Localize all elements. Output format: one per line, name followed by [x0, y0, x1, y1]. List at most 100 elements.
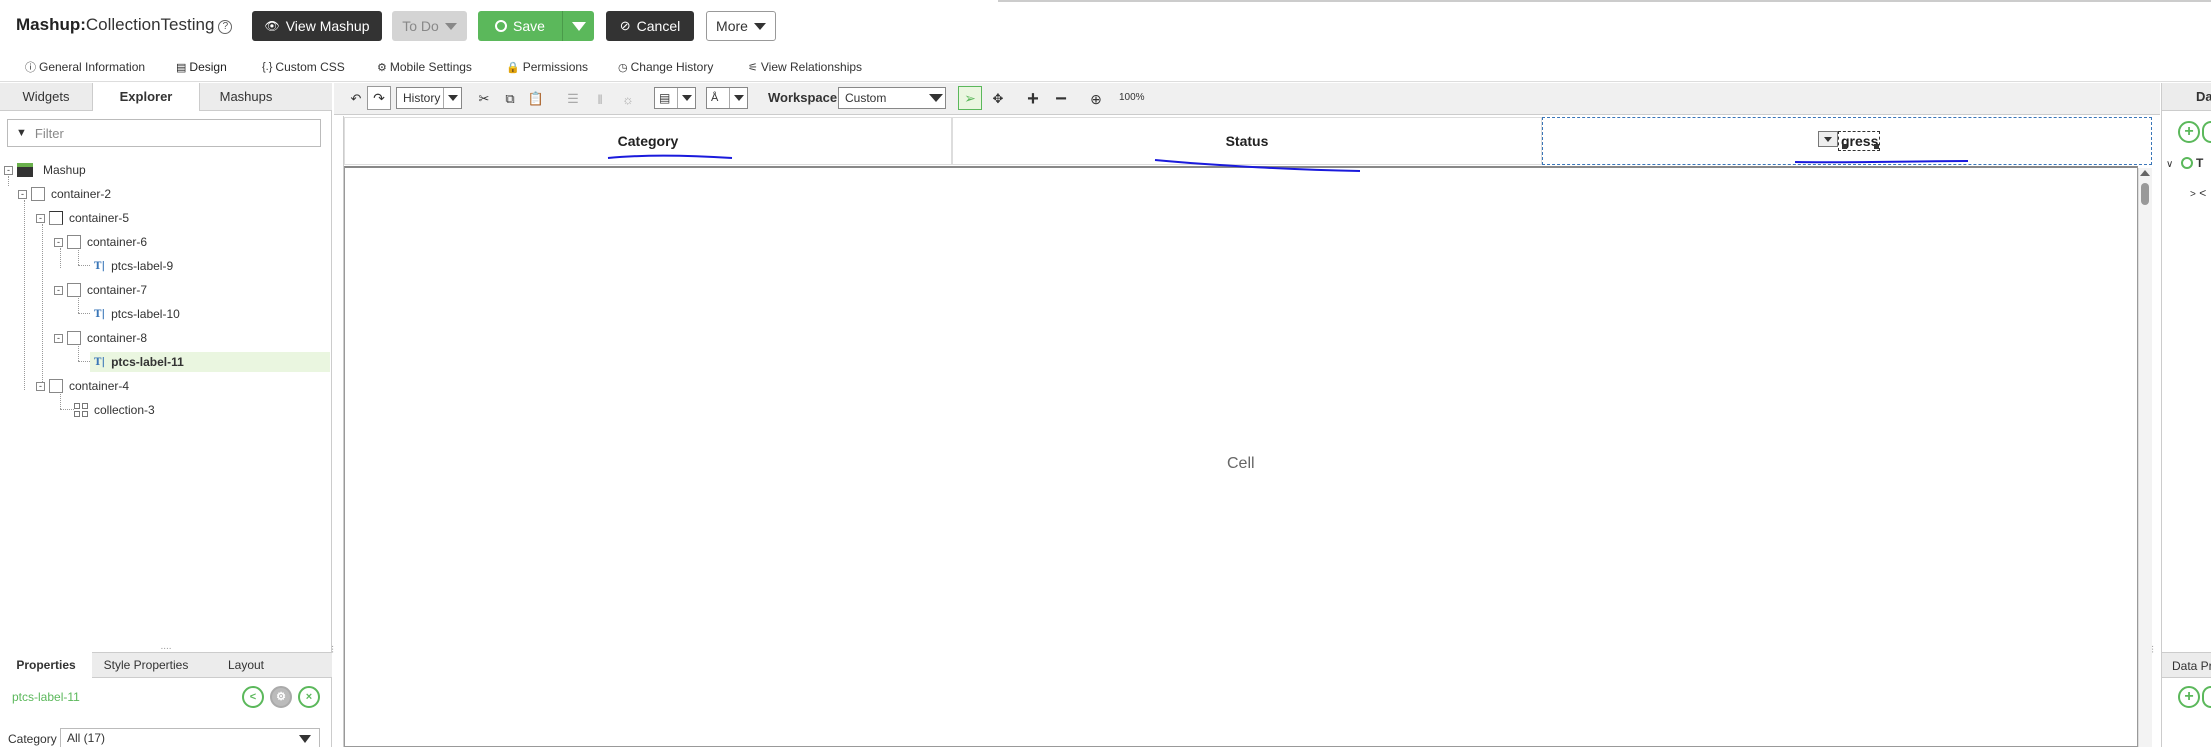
tab-design[interactable]: ▤ Design [176, 58, 227, 76]
language-select[interactable]: Å [706, 87, 748, 109]
header-cell-category[interactable]: Category [344, 117, 952, 165]
zoom-out-icon[interactable]: − [1052, 88, 1070, 110]
tab-data[interactable]: Da [2162, 83, 2211, 111]
collapse-icon[interactable]: - [54, 333, 63, 343]
widget-menu-toggle[interactable] [1818, 131, 1838, 147]
tree-node-ptcs-label-10[interactable]: T| ptcs-label-10 [94, 305, 180, 323]
panel-resize-handle[interactable]: ... [329, 645, 340, 653]
save-options-dropdown[interactable] [562, 11, 594, 41]
collapse-icon[interactable]: - [54, 237, 63, 247]
layout-select[interactable]: ▤ [654, 87, 696, 109]
fit-to-screen-icon[interactable]: ⊕ [1088, 90, 1104, 108]
tab-explorer[interactable]: Explorer [92, 83, 200, 111]
close-icon[interactable]: × [298, 686, 320, 708]
data-properties-tab[interactable]: Data Pr [2162, 652, 2211, 678]
chevron-down-icon [299, 735, 311, 743]
label-widget-icon: T| [94, 308, 106, 320]
tree-guide [78, 313, 90, 314]
panel-resize-handle[interactable]: .... [0, 642, 332, 652]
align-vertical-icon[interactable]: ‖ [592, 90, 608, 108]
paste-icon[interactable]: 📋 [528, 90, 544, 108]
tab-mobile-settings[interactable]: ⚙ Mobile Settings [377, 58, 472, 76]
filter-icon: ▼ [16, 127, 27, 139]
tab-change-history[interactable]: ◷ Change History [618, 58, 713, 76]
add-data-icon[interactable] [2202, 121, 2211, 143]
zoom-in-icon[interactable]: + [1024, 88, 1042, 110]
container-icon [49, 379, 63, 393]
tree-node-container-2[interactable]: - container-2 [18, 185, 111, 203]
collapse-icon[interactable]: - [36, 213, 45, 223]
collapse-icon[interactable]: - [54, 285, 63, 295]
gear-icon[interactable]: ⚙ [270, 686, 292, 708]
workspace-label: Workspace [768, 90, 838, 105]
header-cell-status[interactable]: Status [952, 117, 1542, 165]
add-icon[interactable]: + [2178, 686, 2200, 708]
design-icon: ▤ [176, 61, 187, 74]
more-button[interactable]: More [706, 11, 776, 41]
copy-icon[interactable]: ⧉ [502, 90, 518, 108]
mashup-name: CollectionTesting [85, 15, 215, 34]
cut-icon[interactable]: ✂ [476, 90, 492, 108]
braces-icon: {.} [262, 61, 273, 73]
undo-icon[interactable]: ↶ [349, 90, 363, 108]
filter-input[interactable]: ▼ Filter [7, 119, 321, 147]
category-label: Category [8, 732, 57, 746]
resize-handle[interactable] [1874, 144, 1879, 149]
tab-properties[interactable]: Properties [0, 652, 92, 678]
tab-widgets[interactable]: Widgets [0, 83, 92, 111]
move-tool-icon[interactable]: ✥ [990, 90, 1006, 108]
tree-node-ptcs-label-9[interactable]: T| ptcs-label-9 [94, 257, 173, 275]
tab-mashups[interactable]: Mashups [200, 83, 292, 111]
scroll-up-icon[interactable] [2140, 170, 2150, 176]
distribute-icon[interactable]: ☼ [620, 90, 636, 108]
scrollbar-thumb[interactable] [2141, 183, 2149, 205]
category-header-label[interactable]: Category [618, 133, 679, 149]
view-mashup-button[interactable]: 👁 View Mashup [252, 11, 382, 41]
status-header-label[interactable]: Status [1226, 133, 1269, 149]
category-select[interactable]: All (17) [60, 728, 320, 747]
workspace-select[interactable]: Custom [838, 87, 946, 109]
zoom-level: 100% [1119, 92, 1145, 103]
save-button[interactable]: Save [478, 11, 562, 41]
tree-node-container-4[interactable]: - container-4 [36, 377, 129, 395]
tree-node-ptcs-label-11[interactable]: T| ptcs-label-11 [94, 353, 184, 371]
chevron-down-icon [571, 21, 586, 31]
tree-node-label: container-6 [87, 235, 148, 249]
tab-permissions[interactable]: 🔒 Permissions [506, 58, 588, 76]
tree-node-container-5[interactable]: - container-5 [36, 209, 129, 227]
chevron-down-icon [1824, 136, 1832, 142]
tab-style-properties[interactable]: Style Properties [92, 652, 200, 678]
panel-resize-handle[interactable]: ... [2149, 645, 2160, 653]
tab-data-label: Da [2196, 89, 2211, 104]
gear-icon: ⚙ [377, 61, 387, 74]
chevron-down-icon [753, 22, 766, 30]
collapse-icon[interactable]: - [36, 381, 45, 391]
align-horizontal-icon[interactable]: ☰ [565, 90, 581, 108]
tree-node-container-8[interactable]: - container-8 [54, 329, 147, 347]
tree-node-label: ptcs-label-10 [111, 307, 180, 321]
tab-general-information[interactable]: ⓘ General Information [25, 58, 145, 76]
add-icon[interactable]: + [2178, 121, 2200, 143]
redo-icon[interactable]: ↷ [367, 86, 391, 110]
collapse-icon[interactable]: - [4, 165, 13, 175]
vertical-scrollbar[interactable] [2138, 168, 2152, 747]
resize-handle[interactable] [1842, 144, 1847, 149]
history-select[interactable]: History [396, 87, 462, 109]
tab-label: General Information [39, 60, 146, 74]
tree-node-container-6[interactable]: - container-6 [54, 233, 147, 251]
tab-custom-css[interactable]: {.} Custom CSS [262, 58, 345, 76]
collapse-icon[interactable]: - [18, 189, 27, 199]
share-icon[interactable]: < [242, 686, 264, 708]
tree-node-collection-3[interactable]: collection-3 [74, 401, 155, 419]
tree-node-container-7[interactable]: - container-7 [54, 281, 147, 299]
select-tool-icon[interactable]: ➢ [958, 86, 982, 110]
data-source-row[interactable]: ∨ T [2166, 156, 2211, 170]
tree-node-mashup[interactable]: - Mashup [4, 161, 86, 179]
tab-layout[interactable]: Layout [200, 652, 292, 678]
cancel-button[interactable]: ⊘ Cancel [606, 11, 694, 41]
info-icon[interactable]: ? [218, 20, 233, 34]
tab-view-relationships[interactable]: ⚟ View Relationships [748, 58, 862, 76]
todo-button[interactable]: To Do [392, 11, 467, 41]
data-service-row[interactable]: > < [2190, 186, 2211, 200]
add-data-icon[interactable] [2202, 686, 2211, 708]
